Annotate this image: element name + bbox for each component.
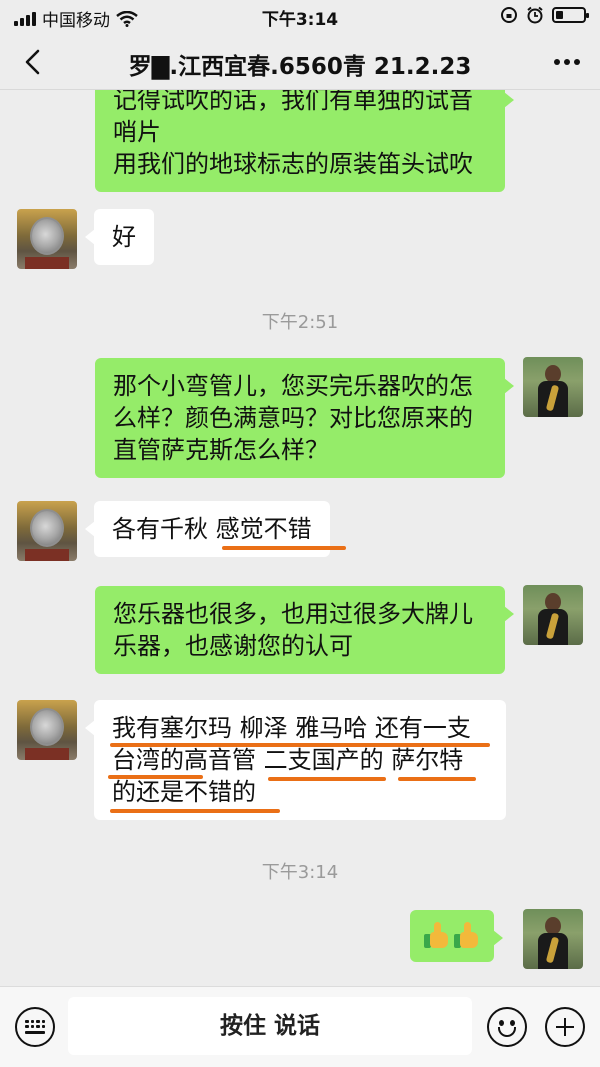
thumbs-up-icon — [454, 922, 480, 950]
status-right — [500, 6, 589, 24]
back-icon[interactable] — [18, 46, 50, 78]
message-line: 直管萨克斯怎么样？ — [113, 436, 329, 464]
message-line: 么样？颜色满意吗？对比您原来的 — [113, 404, 473, 432]
underline-mark — [268, 777, 386, 781]
message-line: 那个小弯管儿，您买完乐器吹的怎 — [113, 372, 473, 400]
message-timestamp: 下午2:51 — [261, 312, 339, 333]
underline-mark — [110, 743, 490, 747]
chat-header: 罗▇.江西宜春.6560青 21.2.23 — [0, 34, 600, 90]
message-bubble-self[interactable]: 记得试吹的话，我们有单独的试音 哨片 用我们的地球标志的原装笛头试吹 — [95, 90, 514, 192]
message-line: 哨片 — [113, 118, 161, 146]
message-timestamp: 下午3:14 — [261, 862, 339, 883]
self-avatar[interactable] — [523, 909, 583, 969]
input-bar: 按住 说话 — [0, 986, 600, 1067]
keyboard-icon[interactable] — [15, 1007, 55, 1047]
contact-avatar[interactable] — [17, 501, 77, 561]
message-line: 台湾的高音管 二支国产的 萨尔特 — [112, 746, 464, 774]
message-bubble-self[interactable]: 那个小弯管儿，您买完乐器吹的怎 么样？颜色满意吗？对比您原来的 直管萨克斯怎么样… — [95, 358, 514, 478]
underline-mark — [398, 777, 476, 781]
message-line: 您乐器也很多，也用过很多大牌儿 — [113, 600, 473, 628]
status-bar: 中国移动 下午3:14 — [0, 0, 600, 34]
more-icon[interactable] — [552, 47, 582, 77]
contact-avatar[interactable] — [17, 209, 77, 269]
plus-icon[interactable] — [545, 1007, 585, 1047]
self-avatar[interactable] — [523, 585, 583, 645]
message-line: 各有千秋 感觉不错 — [112, 515, 312, 543]
message-bubble-other[interactable]: 好 — [85, 209, 154, 265]
battery-level — [556, 11, 563, 19]
message-bubble-self[interactable] — [410, 910, 503, 962]
message-line: 记得试吹的话，我们有单独的试音 — [113, 90, 473, 114]
hold-to-talk-button[interactable]: 按住 说话 — [68, 997, 472, 1055]
orientation-lock-icon — [501, 7, 517, 23]
chat-title: 罗▇.江西宜春.6560青 21.2.23 — [128, 54, 472, 80]
message-bubble-other[interactable]: 我有塞尔玛 柳泽 雅马哈 还有一支 台湾的高音管 二支国产的 萨尔特 的还是不错… — [85, 700, 506, 820]
thumbs-up-icon — [424, 922, 450, 950]
message-line: 用我们的地球标志的原装笛头试吹 — [113, 150, 473, 178]
battery-icon — [552, 7, 589, 23]
alarm-icon — [527, 6, 543, 24]
underline-mark — [110, 809, 280, 813]
contact-avatar[interactable] — [17, 700, 77, 760]
chat-area[interactable]: 记得试吹的话，我们有单独的试音 哨片 用我们的地球标志的原装笛头试吹 好 下午2… — [0, 90, 600, 986]
message-bubble-self[interactable]: 您乐器也很多，也用过很多大牌儿 乐器，也感谢您的认可 — [95, 586, 514, 674]
self-avatar[interactable] — [523, 357, 583, 417]
message-line: 乐器，也感谢您的认可 — [113, 632, 353, 660]
message-line: 我有塞尔玛 柳泽 雅马哈 还有一支 — [112, 714, 471, 742]
underline-mark — [108, 775, 203, 779]
message-line: 好 — [112, 223, 136, 251]
emoji-icon[interactable] — [487, 1007, 527, 1047]
underline-mark — [222, 546, 346, 550]
